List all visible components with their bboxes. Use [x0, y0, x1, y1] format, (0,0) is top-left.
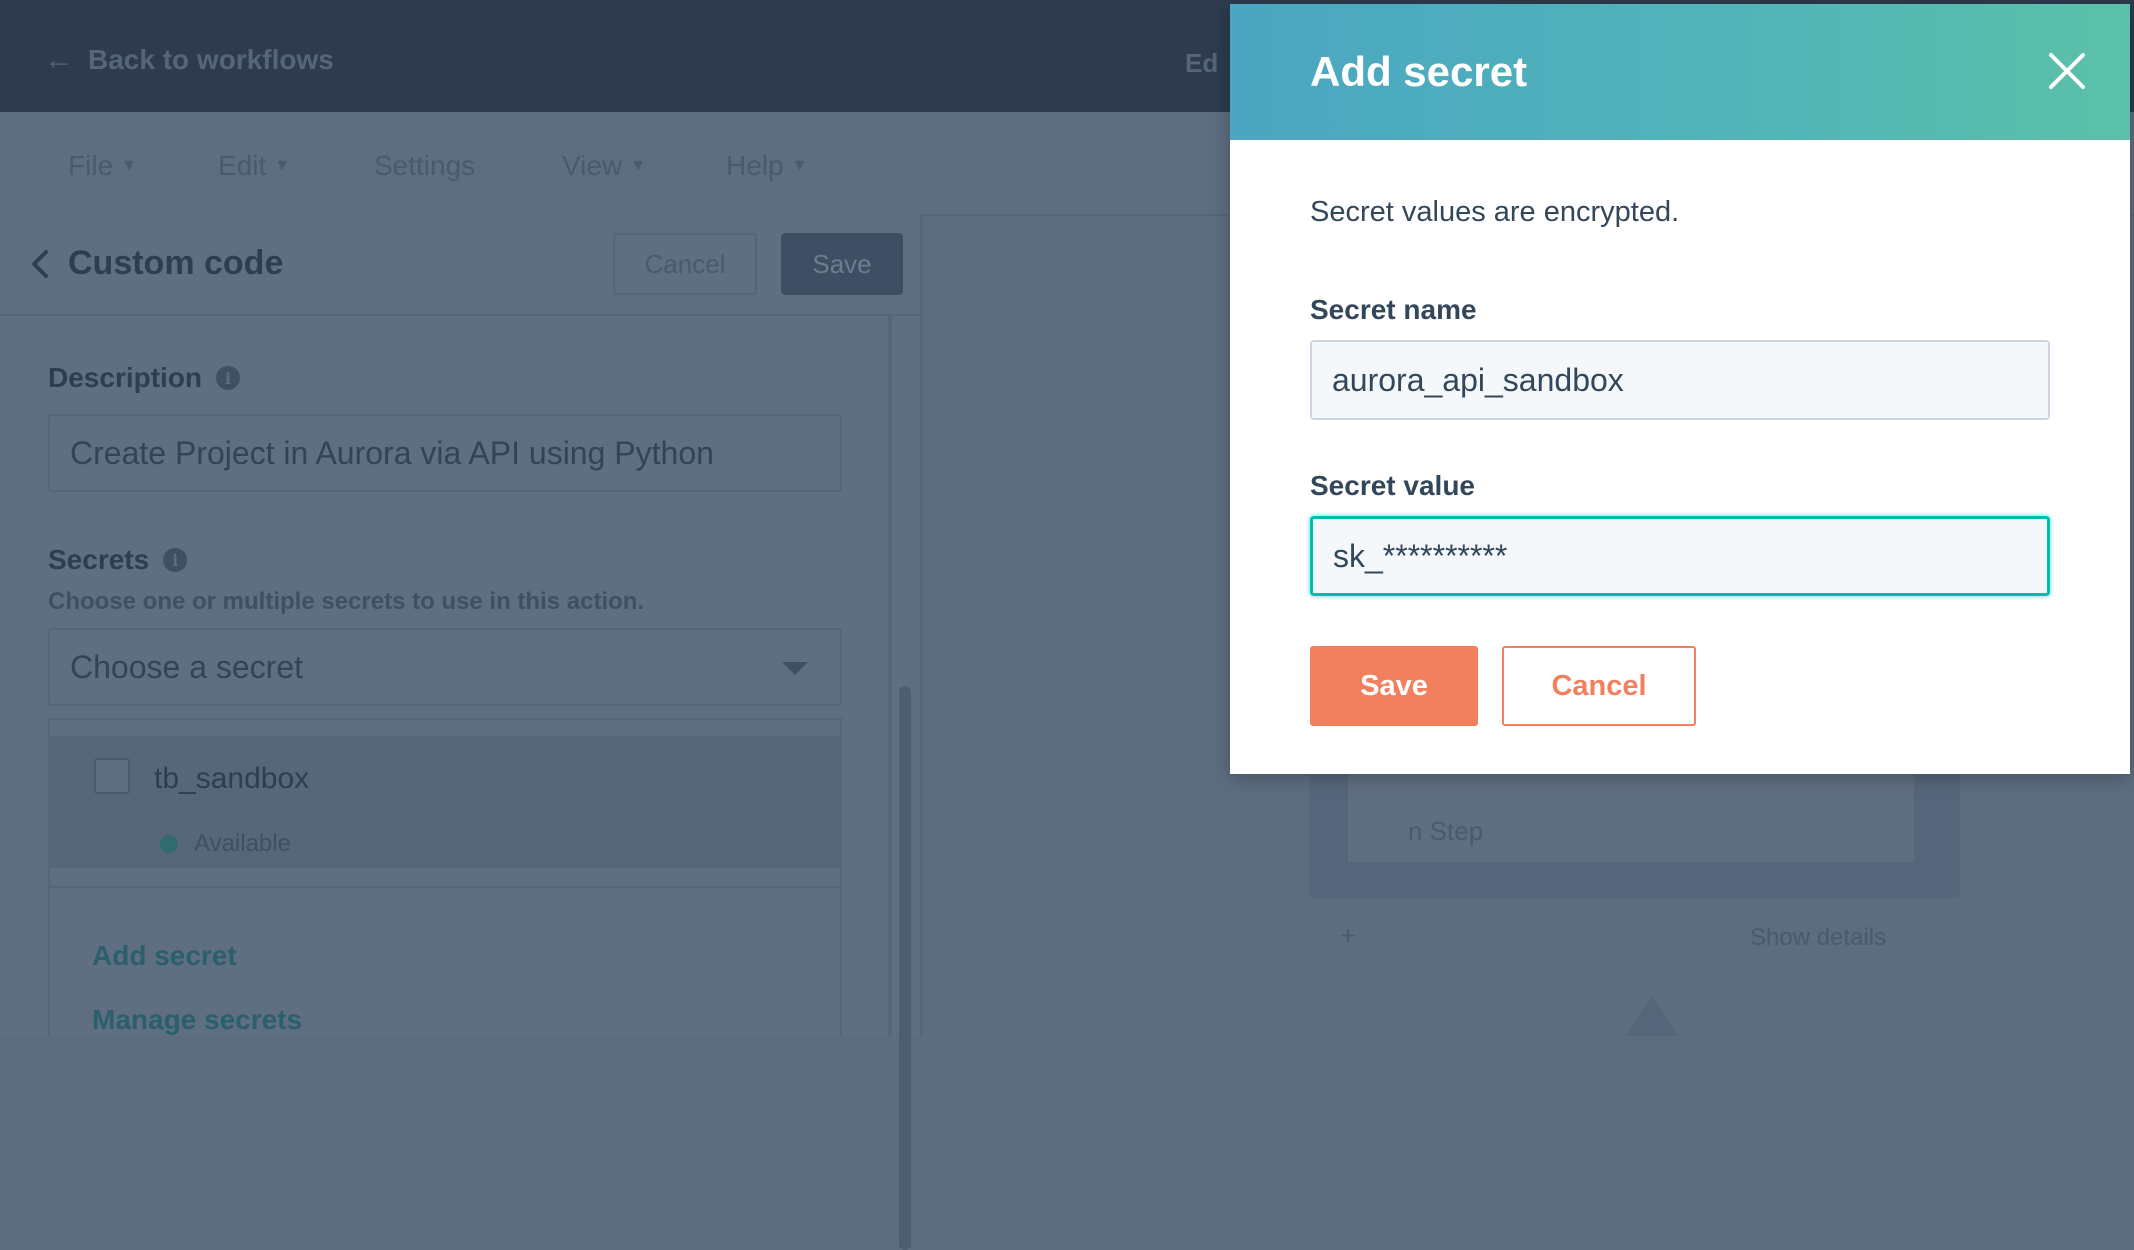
- secret-option[interactable]: tb_sandbox Available: [50, 736, 840, 868]
- description-input[interactable]: Create Project in Aurora via API using P…: [48, 414, 842, 492]
- menu-edit-label: Edit: [218, 150, 267, 181]
- menu-view-label: View: [562, 150, 623, 181]
- save-button[interactable]: Save: [1310, 646, 1478, 726]
- secret-option-checkbox[interactable]: [94, 758, 130, 794]
- description-label: Description i: [48, 362, 241, 394]
- menu-settings[interactable]: Settings: [374, 150, 475, 182]
- divider: [50, 886, 840, 888]
- secret-name-input[interactable]: [1310, 340, 2050, 420]
- modal-header: Add secret: [1230, 4, 2130, 140]
- modal-title: Add secret: [1310, 48, 1528, 95]
- secrets-label-text: Secrets: [48, 544, 150, 575]
- workflow-card-text: n Step: [1408, 816, 1484, 846]
- panel-scrollbar[interactable]: [899, 686, 911, 1250]
- plus-icon[interactable]: +: [1340, 920, 1356, 952]
- menu-edit[interactable]: Edit ▼: [218, 150, 290, 182]
- chevron-down-icon: ▼: [121, 157, 137, 174]
- back-to-workflows-link[interactable]: ← Back to workflows: [44, 42, 334, 78]
- topbar-right-text: Ed: [1185, 48, 1219, 78]
- menu-settings-label: Settings: [374, 150, 476, 181]
- custom-code-panel: Custom code Cancel Save Description i Cr…: [0, 214, 923, 1250]
- panel-header: Custom code Cancel Save: [0, 214, 920, 316]
- secret-option-status: Available: [160, 830, 291, 858]
- status-dot-icon: [160, 835, 178, 853]
- panel-cancel-button[interactable]: Cancel: [613, 233, 757, 295]
- info-icon[interactable]: i: [163, 548, 188, 572]
- workflow-card-footer: + Show details: [1310, 906, 1960, 966]
- caret-down-icon: [782, 662, 808, 675]
- panel-title: Custom code: [68, 244, 284, 282]
- menu-help-label: Help: [726, 150, 784, 181]
- arrow-left-icon: ←: [44, 43, 74, 76]
- secret-name-label: Secret name: [1310, 294, 1477, 325]
- cancel-button[interactable]: Cancel: [1502, 646, 1696, 726]
- info-icon[interactable]: i: [216, 366, 241, 390]
- back-label: Back to workflows: [88, 44, 334, 75]
- close-icon[interactable]: [2044, 48, 2090, 94]
- panel-save-button[interactable]: Save: [781, 233, 903, 295]
- chevron-down-icon: ▼: [791, 157, 808, 174]
- add-secret-modal: Add secret Secret values are encrypted. …: [1230, 4, 2130, 774]
- panel-scroll-track: [888, 314, 892, 1036]
- menu-view[interactable]: View ▼: [562, 150, 646, 182]
- secret-value-input[interactable]: [1310, 516, 2050, 596]
- chevron-left-icon[interactable]: [26, 248, 54, 280]
- secrets-dropdown-list: tb_sandbox Available Add secret Manage s…: [48, 718, 842, 1036]
- secret-value-label: Secret value: [1310, 470, 1475, 501]
- modal-description: Secret values are encrypted.: [1310, 196, 1680, 228]
- secrets-label: Secrets i: [48, 544, 188, 576]
- description-label-text: Description: [48, 362, 203, 393]
- secrets-select[interactable]: Choose a secret: [48, 628, 842, 706]
- workflow-connector-arrow: [1626, 996, 1678, 1036]
- menu-help[interactable]: Help ▼: [726, 150, 807, 182]
- show-details-link[interactable]: Show details: [1750, 924, 1886, 952]
- description-value: Create Project in Aurora via API using P…: [70, 434, 714, 471]
- chevron-down-icon: ▼: [274, 157, 291, 174]
- menu-file[interactable]: File ▼: [68, 150, 137, 182]
- manage-secrets-link[interactable]: Manage secrets: [92, 1004, 302, 1036]
- add-secret-link[interactable]: Add secret: [92, 940, 237, 972]
- secret-option-status-text: Available: [194, 830, 291, 857]
- secrets-helper-text: Choose one or multiple secrets to use in…: [48, 588, 645, 615]
- secrets-select-placeholder: Choose a secret: [70, 648, 304, 685]
- secret-option-name: tb_sandbox: [154, 762, 310, 795]
- menu-file-label: File: [68, 150, 114, 181]
- chevron-down-icon: ▼: [630, 157, 647, 174]
